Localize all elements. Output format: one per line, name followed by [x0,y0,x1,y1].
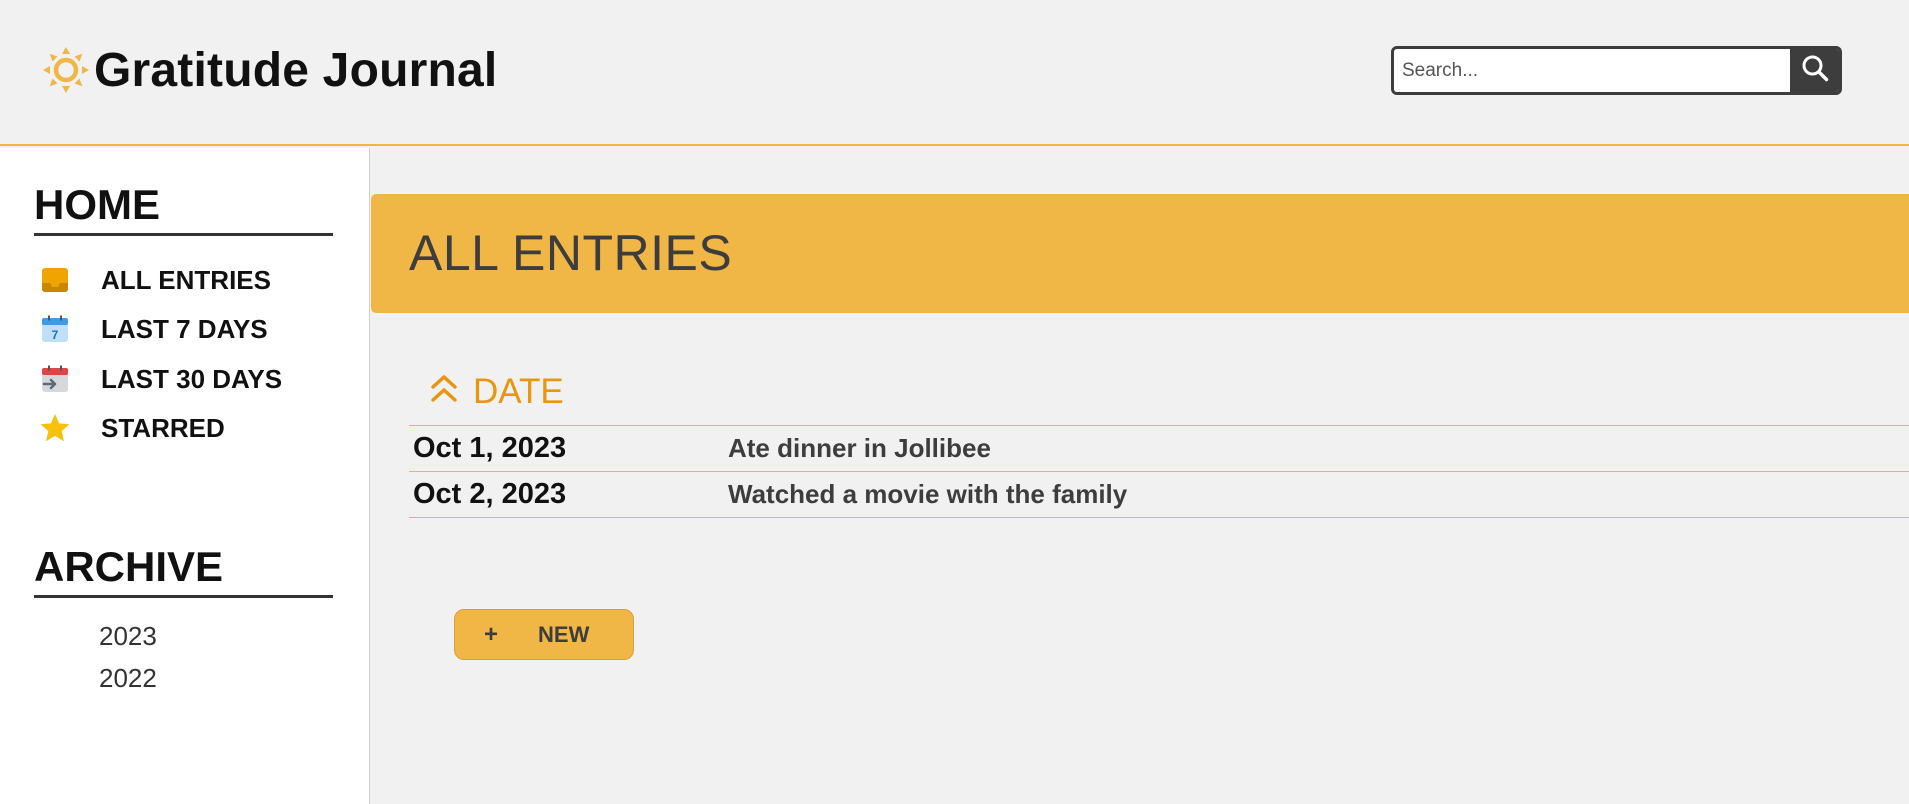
magnifier-icon [1800,53,1830,88]
app-logo[interactable]: Gratitude Journal [40,40,497,100]
new-button-label: NEW [538,621,590,647]
sidebar-item-starred[interactable]: STARRED [38,410,225,446]
new-entry-button[interactable]: + NEW [454,609,634,660]
entry-row[interactable]: Oct 2, 2023 Watched a movie with the fam… [409,472,1909,518]
search-input[interactable] [1394,49,1790,92]
sidebar-item-label: STARRED [101,412,225,443]
plus-icon: + [484,620,499,648]
app-header: Gratitude Journal [0,0,1909,146]
entry-text: Watched a movie with the family [728,479,1128,509]
page-title: ALL ENTRIES [409,225,733,281]
sidebar-item-all-entries[interactable]: ALL ENTRIES [38,262,271,298]
sun-icon [40,40,92,100]
star-icon [38,411,72,445]
entry-date: Oct 2, 2023 [413,478,567,510]
calendar-7-icon: 7 [38,312,72,346]
entry-date: Oct 1, 2023 [413,432,567,464]
inbox-tray-icon [38,263,72,297]
page-banner: ALL ENTRIES [371,194,1909,313]
home-section-title: HOME [34,182,333,237]
search-bar [1391,46,1842,95]
svg-text:7: 7 [52,328,59,342]
archive-section-title: ARCHIVE [34,544,333,599]
chevron-up-icon [429,373,459,412]
sort-by-date-button[interactable]: DATE [429,372,564,412]
entry-text: Ate dinner in Jollibee [728,433,991,463]
sidebar-item-label: LAST 7 DAYS [101,313,268,344]
sidebar-item-last-7-days[interactable]: 7 LAST 7 DAYS [38,311,268,347]
archive-year-2023[interactable]: 2023 [99,621,157,652]
app-title: Gratitude Journal [94,43,498,97]
sidebar-item-label: LAST 30 DAYS [101,363,283,394]
sort-label: DATE [473,372,564,411]
archive-year-2022[interactable]: 2022 [99,663,157,694]
sidebar-item-last-30-days[interactable]: LAST 30 DAYS [38,361,282,397]
search-button[interactable] [1790,49,1839,92]
entries-list: Oct 1, 2023 Ate dinner in Jollibee Oct 2… [409,425,1909,518]
calendar-arrow-icon [38,362,72,396]
sidebar-item-label: ALL ENTRIES [101,264,271,295]
entry-row[interactable]: Oct 1, 2023 Ate dinner in Jollibee [409,426,1909,472]
sidebar: HOME ALL ENTRIES 7 LAST 7 DAYS LAST 30 D… [0,148,370,804]
